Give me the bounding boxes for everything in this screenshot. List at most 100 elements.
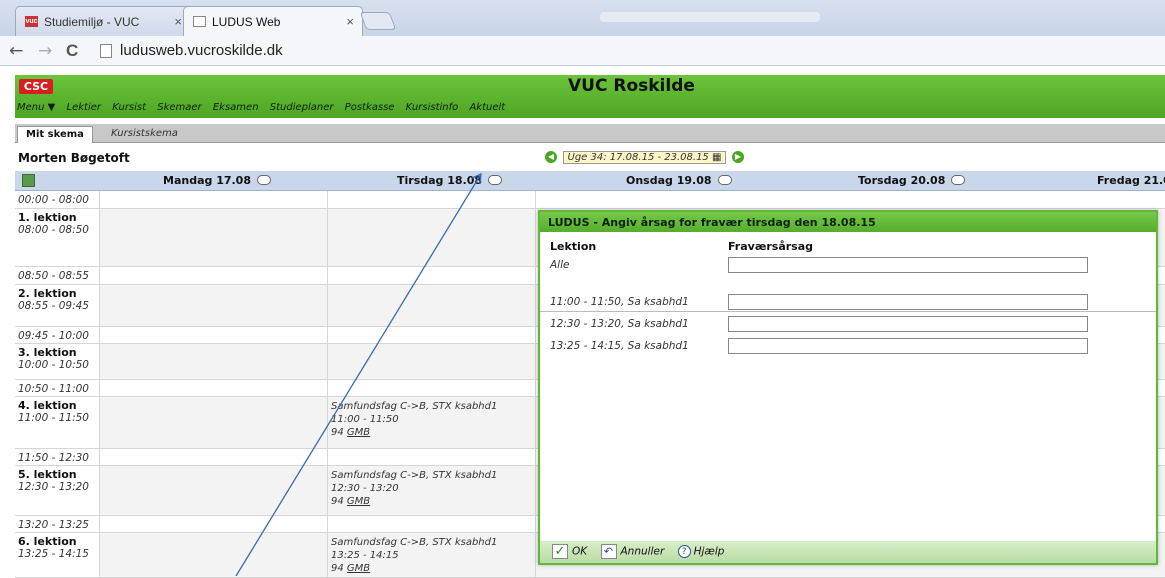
window-title-blurred — [600, 12, 820, 22]
day-cell[interactable] — [328, 344, 536, 379]
teacher-link[interactable]: GMB — [347, 563, 370, 574]
day-cell[interactable] — [328, 209, 536, 266]
day-cell[interactable] — [328, 285, 536, 326]
menu-item-studieplaner[interactable]: Studieplaner — [270, 102, 334, 113]
day-header-wednesday: Onsdag 19.08 — [626, 174, 732, 187]
browser-tabstrip: vuc Studiemiljø - VUC × LUDUS Web × — [0, 0, 1165, 36]
help-button[interactable]: ? Hjælp — [677, 545, 725, 558]
reason-input[interactable] — [728, 294, 1088, 310]
event-room: 94 GMB — [331, 495, 532, 508]
address-bar[interactable]: ludusweb.vucroskilde.dk — [96, 41, 1156, 62]
room-number: 94 — [331, 496, 344, 507]
menu-item-postkasse[interactable]: Postkasse — [345, 102, 395, 113]
time-label: 12:30 - 13:20 — [18, 481, 89, 493]
lesson-name: 1. lektion — [18, 211, 77, 224]
app-header: CSC VUC Roskilde Menu ▼ Lektier Kursist … — [15, 75, 1165, 118]
back-button[interactable]: ← — [9, 41, 23, 61]
lesson-event[interactable]: Samfundsfag C->B, STX ksabhd1 12:30 - 13… — [328, 466, 536, 515]
close-icon[interactable]: × — [174, 14, 182, 29]
cancel-button[interactable]: ↶ Annuller — [600, 544, 664, 559]
day-label: Mandag 17.08 — [163, 174, 251, 187]
calendar-icon[interactable] — [22, 174, 35, 187]
day-cell[interactable] — [100, 380, 328, 396]
browser-tab-ludus[interactable]: LUDUS Web × — [183, 6, 363, 36]
time-cell: 11:50 - 12:30 — [15, 449, 100, 465]
tab-label: Studiemiljø - VUC — [44, 15, 140, 29]
lesson-name: 4. lektion — [18, 399, 77, 412]
menu-item-menu[interactable]: Menu ▼ — [17, 102, 55, 113]
menu-item-kursistinfo[interactable]: Kursistinfo — [406, 102, 459, 113]
time-cell: 00:00 - 08:00 — [15, 191, 100, 208]
comment-icon[interactable] — [717, 175, 732, 185]
help-label: Hjælp — [693, 545, 725, 558]
day-cell[interactable] — [100, 209, 328, 266]
time-cell: 6. lektion 13:25 - 14:15 — [15, 533, 100, 577]
day-cell[interactable] — [100, 397, 328, 448]
day-cell[interactable] — [100, 191, 328, 208]
day-label: Torsdag 20.08 — [858, 174, 946, 187]
comment-icon[interactable] — [257, 175, 271, 185]
day-cell[interactable] — [328, 449, 536, 465]
day-cell[interactable] — [328, 267, 536, 284]
day-cell[interactable] — [100, 466, 328, 515]
day-cell[interactable] — [328, 516, 536, 532]
day-cell[interactable] — [328, 380, 536, 396]
day-cell[interactable] — [100, 533, 328, 577]
lesson-event[interactable]: Samfundsfag C->B, STX ksabhd1 13:25 - 14… — [328, 533, 536, 577]
day-label: Onsdag 19.08 — [626, 174, 712, 187]
all-reason-input[interactable] — [728, 257, 1088, 273]
tab-label: LUDUS Web — [212, 15, 281, 29]
day-cell[interactable] — [328, 191, 536, 208]
day-header-tuesday: Tirsdag 18.08 — [397, 174, 503, 187]
column-header-lesson: Lektion — [550, 240, 597, 253]
teacher-link[interactable]: GMB — [347, 427, 370, 438]
lesson-name: 2. lektion — [18, 287, 77, 300]
tab-kursistskema[interactable]: Kursistskema — [103, 126, 186, 143]
day-label: Tirsdag 18.08 — [397, 174, 483, 187]
day-cell[interactable] — [328, 327, 536, 343]
time-cell: 1. lektion 08:00 - 08:50 — [15, 209, 100, 266]
teacher-link[interactable]: GMB — [347, 496, 370, 507]
day-cell[interactable] — [100, 267, 328, 284]
day-cell[interactable] — [100, 516, 328, 532]
day-cell[interactable] — [100, 449, 328, 465]
reload-button[interactable]: C — [66, 41, 78, 61]
previous-week-icon[interactable]: ◀ — [545, 151, 557, 163]
dialog-footer: ✓ OK ↶ Annuller ? Hjælp — [540, 541, 1156, 563]
reason-input[interactable] — [728, 338, 1088, 354]
ok-button[interactable]: ✓ OK — [552, 544, 587, 559]
event-time: 13:25 - 14:15 — [331, 550, 399, 561]
absence-reason-dialog: LUDUS - Angiv årsag for fravær tirsdag d… — [538, 210, 1158, 565]
comment-icon[interactable] — [951, 175, 966, 185]
forward-button[interactable]: → — [38, 41, 52, 61]
dialog-divider — [540, 311, 1156, 312]
lesson-event[interactable]: Samfundsfag C->B, STX ksabhd1 11:00 - 11… — [328, 397, 536, 448]
new-tab-button[interactable] — [359, 12, 397, 30]
tab-mit-skema[interactable]: Mit skema — [17, 126, 93, 143]
day-cell[interactable] — [100, 344, 328, 379]
comment-icon[interactable] — [488, 175, 503, 185]
menu-item-lektier[interactable]: Lektier — [67, 102, 101, 113]
schedule-header: Mandag 17.08 Tirsdag 18.08 Onsdag 19.08 … — [15, 171, 1165, 191]
reason-input[interactable] — [728, 316, 1088, 332]
day-header-monday: Mandag 17.08 — [163, 174, 271, 187]
week-selector[interactable]: Uge 34: 17.08.15 - 23.08.15 ▦ — [562, 150, 727, 164]
event-room: 94 GMB — [331, 562, 532, 575]
time-label: 11:00 - 11:50 — [18, 412, 89, 424]
all-lessons-label: Alle — [550, 259, 570, 271]
app-title: VUC Roskilde — [568, 76, 695, 96]
menu-item-kursist[interactable]: Kursist — [112, 102, 146, 113]
day-cell[interactable] — [100, 285, 328, 326]
close-icon[interactable]: × — [346, 14, 354, 29]
menu-item-skemaer[interactable]: Skemaer — [157, 102, 201, 113]
next-week-icon[interactable]: ▶ — [731, 151, 744, 163]
browser-tab-studiemiljo[interactable]: vuc Studiemiljø - VUC × — [15, 6, 191, 36]
page-icon — [100, 44, 112, 58]
time-label: 10:00 - 10:50 — [18, 359, 89, 371]
menu-item-eksamen[interactable]: Eksamen — [213, 102, 259, 113]
menu-item-aktuelt[interactable]: Aktuelt — [469, 102, 505, 113]
day-cell[interactable] — [100, 327, 328, 343]
week-label: Uge 34: 17.08.15 - 23.08.15 — [567, 151, 709, 163]
student-name: Morten Bøgetoft — [18, 151, 130, 165]
day-cell[interactable] — [536, 191, 1165, 208]
